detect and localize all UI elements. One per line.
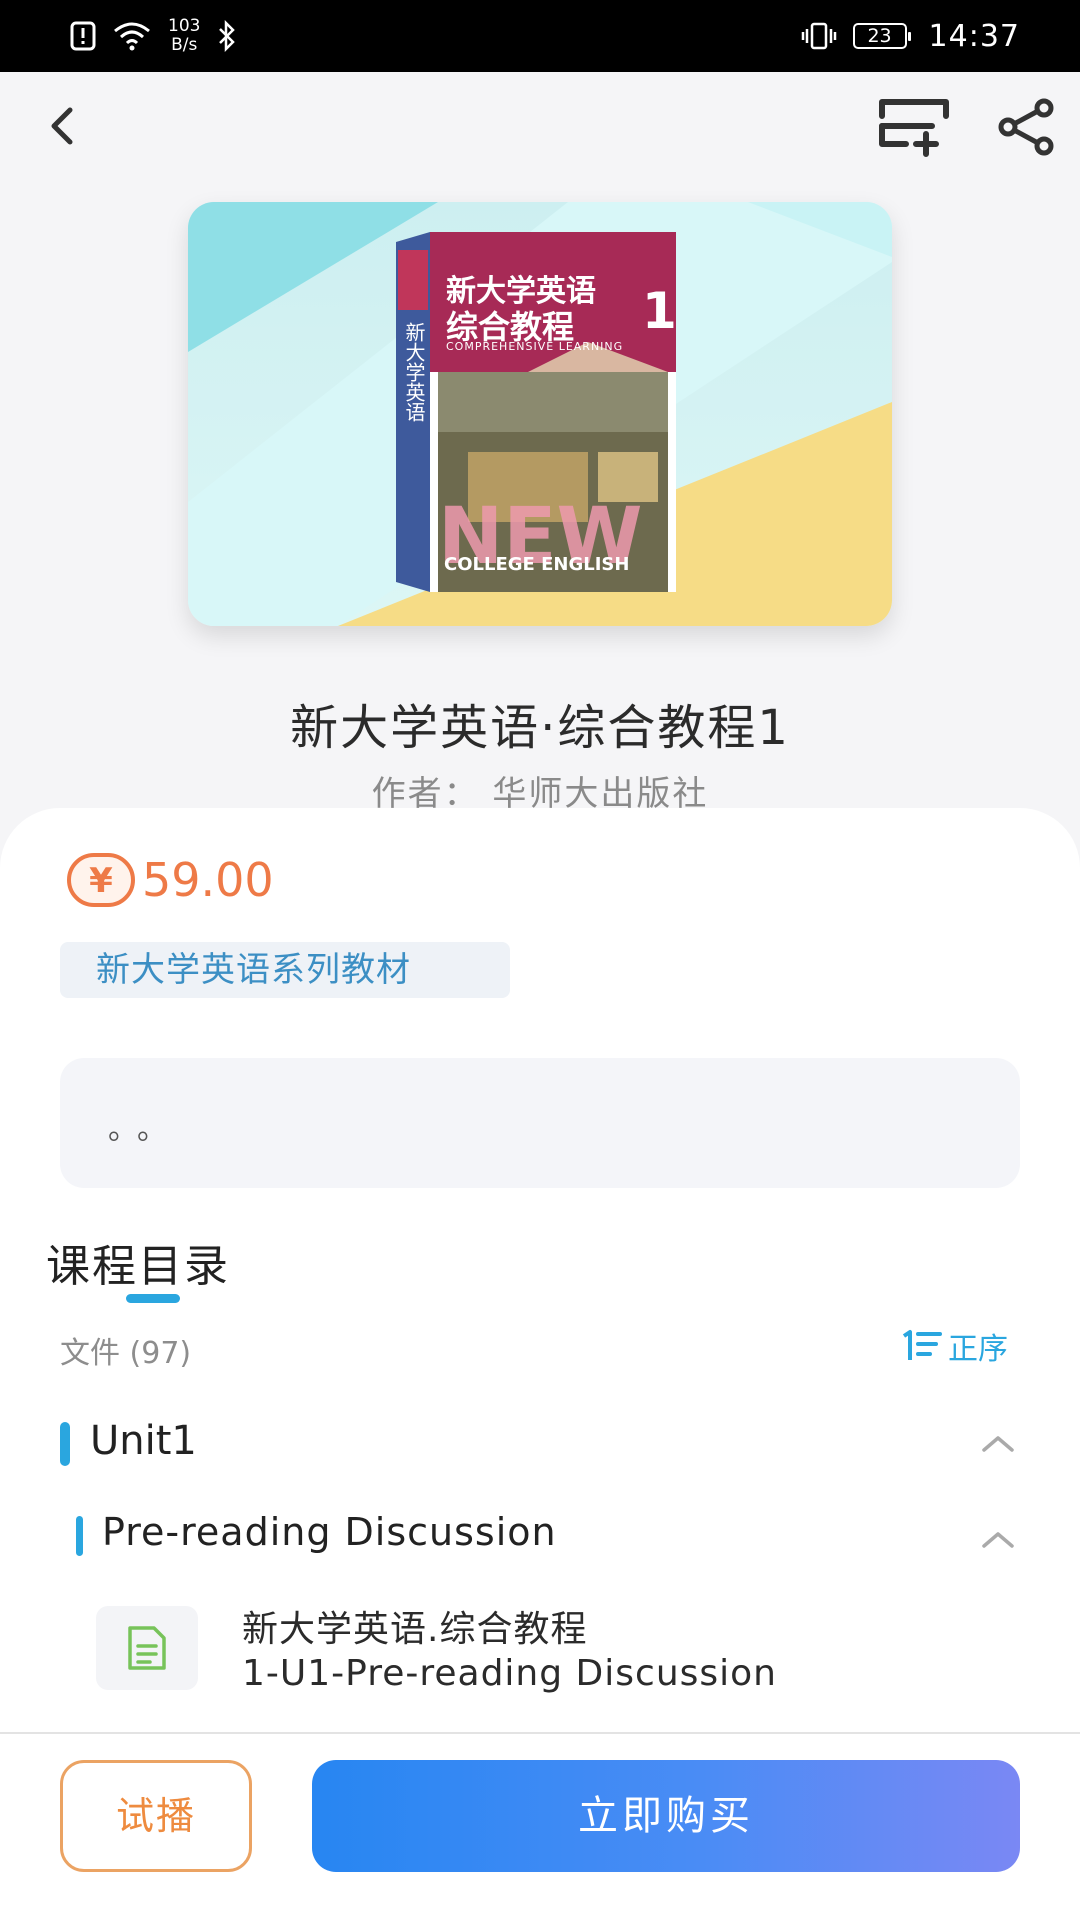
catalog-title-underline	[126, 1294, 180, 1303]
back-icon[interactable]	[40, 104, 84, 148]
top-navigation	[0, 72, 1080, 180]
document-icon	[128, 1626, 166, 1670]
playlist-add-icon[interactable]	[876, 96, 952, 158]
clock: 14:37	[928, 18, 1020, 54]
buy-now-button[interactable]: 立即购买	[312, 1760, 1020, 1872]
file-count: 文件 (97)	[60, 1336, 192, 1371]
yuan-symbol: ¥	[89, 861, 113, 901]
cover-small-word: COLLEGE ENGLISH	[444, 554, 630, 575]
trial-button[interactable]: 试播	[60, 1760, 252, 1872]
chevron-up-icon[interactable]	[980, 1528, 1016, 1550]
network-speed: 103 B/s	[168, 16, 201, 55]
list-item[interactable]: 新大学英语.综合教程 1-U1-Pre-reading Discussion	[96, 1606, 1020, 1706]
file-thumb	[96, 1606, 198, 1690]
chevron-up-icon[interactable]	[980, 1432, 1016, 1454]
yuan-icon: ¥	[67, 853, 135, 907]
catalog-title: 课程目录	[46, 1241, 230, 1292]
cover-volume: 1	[642, 282, 677, 340]
price: 59.00	[142, 853, 274, 907]
vibrate-icon	[801, 22, 836, 50]
status-bar: 103 B/s 23 14:37	[0, 0, 1080, 72]
unit-accent-bar	[60, 1422, 70, 1466]
notification-alert-icon	[70, 21, 96, 51]
course-detail-page: 103 B/s 23 14:37 新大学英语 新大学英语 综合教程 1 COMP…	[0, 0, 1080, 1920]
price-row: ¥ 59.00	[66, 852, 274, 908]
description-box: 。。	[60, 1058, 1020, 1188]
sort-ascending-icon	[902, 1330, 942, 1360]
sort-button[interactable]: 正序	[900, 1324, 1008, 1368]
cover-spine-text: 新大学英语	[402, 322, 426, 422]
unit-label: Unit1	[90, 1418, 197, 1464]
section-accent-bar	[76, 1516, 83, 1556]
bluetooth-icon	[219, 20, 236, 52]
book-cover: 新大学英语 新大学英语 综合教程 1 COMPREHENSIVE LEARNIN…	[188, 202, 892, 626]
file-name-line1: 新大学英语.综合教程	[242, 1609, 588, 1650]
series-tag[interactable]: 新大学英语系列教材	[60, 942, 510, 998]
section-header[interactable]: Pre-reading Discussion	[76, 1508, 1020, 1572]
sort-label: 正序	[948, 1332, 1008, 1367]
cover-subtitle: COMPREHENSIVE LEARNING	[446, 340, 624, 353]
wifi-icon	[114, 22, 150, 51]
battery-indicator: 23	[852, 23, 911, 49]
book-title: 新大学英语·综合教程1	[290, 700, 790, 756]
bottom-action-bar: 试播 立即购买	[0, 1732, 1080, 1920]
section-label: Pre-reading Discussion	[102, 1510, 557, 1554]
file-name: 新大学英语.综合教程 1-U1-Pre-reading Discussion	[242, 1608, 777, 1696]
unit-header[interactable]: Unit1	[60, 1412, 1020, 1482]
file-name-line2: 1-U1-Pre-reading Discussion	[242, 1653, 777, 1694]
share-icon[interactable]	[996, 98, 1056, 156]
